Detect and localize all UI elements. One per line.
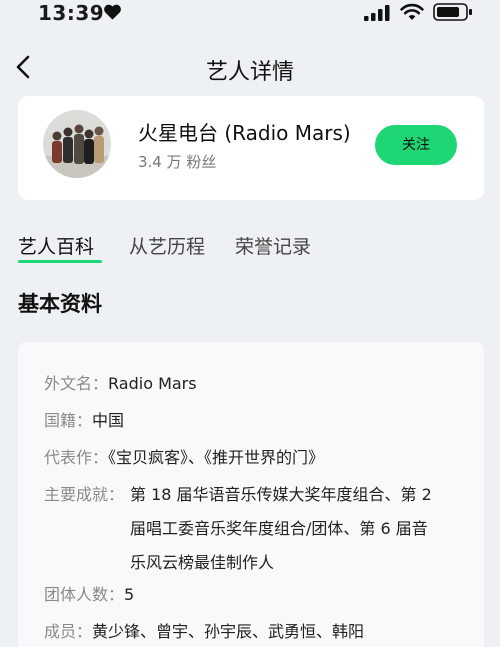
nav-bar: 艺人详情 bbox=[0, 44, 500, 92]
basic-info-panel: 外文名：Radio Mars 国籍：中国 代表作：《宝贝疯客》、《推开世界的门》… bbox=[18, 342, 484, 647]
info-row-nationality: 国籍：中国 bbox=[44, 404, 454, 438]
artist-card: 火星电台 (Radio Mars) 3.4 万 粉丝 关注 bbox=[18, 96, 484, 200]
status-bar: 13:39 bbox=[0, 0, 500, 26]
info-value: 《宝贝疯客》、《推开世界的门》 bbox=[108, 448, 325, 467]
page-title: 艺人详情 bbox=[205, 60, 294, 85]
tab-encyclopedia[interactable]: 艺人百科 bbox=[18, 232, 94, 259]
artist-name: 火星电台 (Radio Mars) bbox=[138, 121, 351, 145]
info-value: 第 18 届华语音乐传媒大奖年度组合、第 2 届唱工委音乐奖年度组合/团体、第 … bbox=[130, 478, 460, 580]
info-label: 代表作： bbox=[44, 448, 109, 467]
info-row-members: 成员：黄少锋、曾宇、孙宇辰、武勇恒、韩阳 bbox=[44, 615, 454, 647]
active-tab-indicator bbox=[18, 260, 102, 263]
info-value: 黄少锋、曾宇、孙宇辰、武勇恒、韩阳 bbox=[92, 622, 365, 641]
battery-icon bbox=[433, 3, 472, 21]
tab-bar: 艺人百科 从艺历程 荣誉记录 bbox=[18, 232, 488, 268]
info-label: 成员： bbox=[44, 622, 93, 641]
achievement-line: 届唱工委音乐奖年度组合/团体、第 6 届音 bbox=[130, 519, 428, 538]
fan-count: 3.4 万 粉丝 bbox=[138, 153, 217, 171]
info-label: 国籍： bbox=[44, 411, 93, 430]
info-value: Radio Mars bbox=[108, 374, 197, 393]
status-time: 13:39 bbox=[38, 1, 105, 25]
info-label: 外文名： bbox=[44, 374, 109, 393]
artist-detail-screen: 13:39 艺人详情 火星电台 (Radio Mars) 3.4 万 粉丝 关注… bbox=[0, 0, 500, 647]
follow-button[interactable]: 关注 bbox=[375, 125, 457, 165]
info-row-foreign-name: 外文名：Radio Mars bbox=[44, 367, 454, 401]
tab-honors[interactable]: 荣誉记录 bbox=[235, 232, 311, 259]
section-title: 基本资料 bbox=[18, 292, 102, 316]
artist-avatar[interactable] bbox=[43, 110, 111, 178]
info-label: 主要成就： bbox=[44, 485, 125, 504]
wifi-icon bbox=[400, 3, 424, 20]
info-value: 5 bbox=[124, 585, 135, 604]
info-value: 中国 bbox=[92, 411, 125, 430]
info-label: 团体人数： bbox=[44, 585, 125, 604]
tab-career[interactable]: 从艺历程 bbox=[129, 232, 205, 259]
achievement-line: 第 18 届华语音乐传媒大奖年度组合、第 2 bbox=[130, 485, 432, 504]
info-row-achievements: 主要成就： 第 18 届华语音乐传媒大奖年度组合、第 2 届唱工委音乐奖年度组合… bbox=[44, 478, 454, 580]
info-row-works: 代表作：《宝贝疯客》、《推开世界的门》 bbox=[44, 441, 454, 475]
cellular-signal-icon bbox=[364, 5, 390, 21]
info-row-member-count: 团体人数：5 bbox=[44, 578, 454, 612]
achievement-line: 乐风云榜最佳制作人 bbox=[130, 553, 275, 572]
heart-icon bbox=[104, 4, 121, 20]
